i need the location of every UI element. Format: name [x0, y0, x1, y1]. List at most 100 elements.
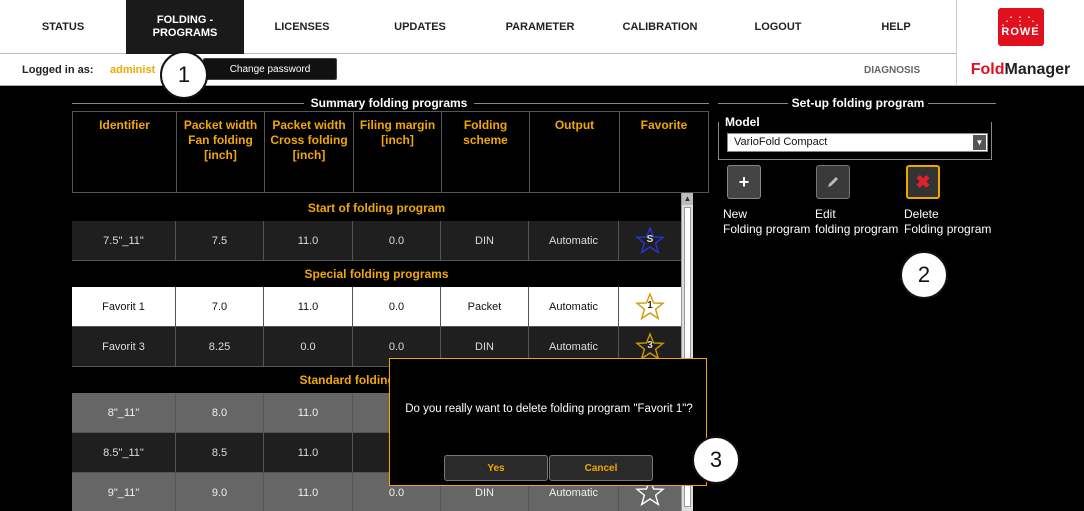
nav-parameter[interactable]: PARAMETER — [480, 0, 600, 54]
cell-filing-margin: 0.0 — [353, 287, 441, 326]
summary-title-line-right — [474, 103, 709, 104]
header-packet-width-fan: Packet width Fan folding [inch] — [177, 112, 265, 192]
dialog-yes-button[interactable]: Yes — [444, 455, 548, 481]
brand-fold: Fold — [970, 60, 1005, 78]
cell-cross-width: 11.0 — [264, 393, 353, 432]
plus-icon: + — [738, 171, 750, 192]
delete-folding-program-button[interactable]: ✖ — [906, 165, 940, 199]
rowe-logo-mark: ⋰⋮⋱ ROWE — [997, 8, 1044, 46]
setup-title-line-left — [718, 103, 788, 104]
cell-identifier: Favorit 3 — [72, 327, 176, 366]
cell-folding-scheme: DIN — [441, 221, 529, 260]
header-filing-margin: Filing margin [inch] — [354, 112, 442, 192]
nav-updates-label: UPDATES — [394, 20, 446, 33]
nav-help[interactable]: HELP — [836, 0, 956, 54]
cell-identifier: 9"_11" — [72, 473, 176, 511]
favorite-star-label: S — [646, 233, 654, 245]
nav-updates[interactable]: UPDATES — [360, 0, 480, 54]
summary-title-line-left — [72, 103, 304, 104]
summary-title: Summary folding programs — [310, 96, 468, 110]
cell-cross-width: 11.0 — [264, 473, 353, 511]
cell-fan-width: 8.0 — [176, 393, 264, 432]
sub-header: Logged in as: administrator Change passw… — [0, 54, 956, 86]
model-select[interactable]: VarioFold Compact ▼ — [727, 133, 988, 152]
delete-folding-program-label: Delete Folding program — [904, 207, 991, 237]
cell-identifier: 7.5"_11" — [72, 221, 176, 260]
cell-favorite[interactable]: S — [619, 221, 681, 260]
favorite-star-icon[interactable]: 3 — [635, 331, 665, 362]
logo-rays-icon: ⋰⋮⋱ — [1001, 14, 1040, 28]
section-heading: Special folding programs — [72, 261, 681, 287]
header-output: Output — [530, 112, 620, 192]
delete-label-line1: Delete — [904, 207, 939, 221]
edit-label-line2: folding program — [815, 222, 899, 236]
pencil-icon — [828, 177, 838, 187]
chevron-down-icon[interactable]: ▼ — [973, 135, 986, 150]
cell-cross-width: 11.0 — [264, 433, 353, 472]
table-row[interactable]: Favorit 1 7.0 11.0 0.0 Packet Automatic 1 — [72, 287, 681, 327]
brand-manager: Manager — [1004, 60, 1071, 78]
edit-folding-program-button[interactable] — [816, 165, 850, 199]
cell-favorite[interactable]: 1 — [619, 287, 681, 326]
logged-in-label: Logged in as: — [22, 64, 94, 76]
cell-output: Automatic — [529, 287, 619, 326]
change-password-button[interactable]: Change password — [203, 58, 337, 80]
edit-label-line1: Edit — [815, 207, 836, 221]
nav-licenses-label: LICENSES — [274, 20, 330, 33]
cell-cross-width: 11.0 — [264, 287, 353, 326]
setup-title: Set-up folding program — [791, 96, 925, 110]
nav-parameter-label: PARAMETER — [505, 20, 575, 33]
cell-identifier: Favorit 1 — [72, 287, 176, 326]
nav-calibration-label: CALIBRATION — [622, 20, 698, 33]
dialog-cancel-button[interactable]: Cancel — [549, 455, 653, 481]
model-select-value: VarioFold Compact — [734, 136, 828, 148]
cell-fan-width: 7.0 — [176, 287, 264, 326]
nav-licenses[interactable]: LICENSES — [244, 0, 360, 54]
top-navigation: STATUS FOLDING - PROGRAMS LICENSES UPDAT… — [0, 0, 1084, 54]
favorite-star-label: 3 — [647, 339, 653, 351]
header-folding-scheme: Folding scheme — [442, 112, 530, 192]
cell-folding-scheme: Packet — [441, 287, 529, 326]
cell-filing-margin: 0.0 — [353, 221, 441, 260]
header-identifier: Identifier — [73, 112, 177, 192]
nav-folding-programs[interactable]: FOLDING - PROGRAMS — [126, 0, 244, 54]
nav-logout-label: LOGOUT — [754, 20, 802, 33]
favorite-star-label: 1 — [647, 299, 653, 311]
delete-confirm-dialog: Do you really want to delete folding pro… — [389, 358, 707, 486]
callout-3: 3 — [692, 436, 740, 484]
cell-fan-width: 8.25 — [176, 327, 264, 366]
cell-cross-width: 0.0 — [264, 327, 353, 366]
nav-status[interactable]: STATUS — [0, 0, 126, 54]
nav-status-label: STATUS — [41, 20, 85, 33]
cell-output: Automatic — [529, 221, 619, 260]
rowe-logo: ⋰⋮⋱ ROWE — [956, 0, 1084, 54]
logo-text: ROWE — [1001, 26, 1040, 38]
scroll-up-arrow-icon[interactable]: ▲ — [682, 193, 693, 205]
callout-2: 2 — [900, 251, 948, 299]
cell-fan-width: 7.5 — [176, 221, 264, 260]
table-row[interactable]: 7.5"_11" 7.5 11.0 0.0 DIN Automatic S — [72, 221, 681, 261]
foldmanager-brand: Fold Manager — [956, 54, 1084, 86]
setup-title-line-right — [928, 103, 996, 104]
cell-cross-width: 11.0 — [264, 221, 353, 260]
table-header: Identifier Packet width Fan folding [inc… — [72, 111, 709, 193]
new-folding-program-button[interactable]: + — [727, 165, 761, 199]
section-heading: Start of folding program — [72, 195, 681, 221]
nav-folding-programs-label: FOLDING - PROGRAMS — [152, 14, 218, 39]
new-label-line2: Folding program — [723, 222, 811, 236]
nav-calibration[interactable]: CALIBRATION — [600, 0, 720, 54]
header-packet-width-cross: Packet width Cross folding [inch] — [265, 112, 354, 192]
nav-logout[interactable]: LOGOUT — [720, 0, 836, 54]
cell-identifier: 8"_11" — [72, 393, 176, 432]
model-label: Model — [725, 115, 760, 129]
callout-1: 1 — [160, 51, 208, 99]
favorite-star-icon[interactable]: S — [635, 225, 665, 256]
cell-fan-width: 8.5 — [176, 433, 264, 472]
logged-in-user: administrator — [110, 64, 155, 76]
diagnosis-link[interactable]: DIAGNOSIS — [864, 65, 920, 76]
nav-help-label: HELP — [881, 20, 911, 33]
close-icon: ✖ — [915, 171, 931, 192]
cell-fan-width: 9.0 — [176, 473, 264, 511]
favorite-star-icon[interactable]: 1 — [635, 291, 665, 322]
new-folding-program-label: New Folding program — [723, 207, 810, 237]
